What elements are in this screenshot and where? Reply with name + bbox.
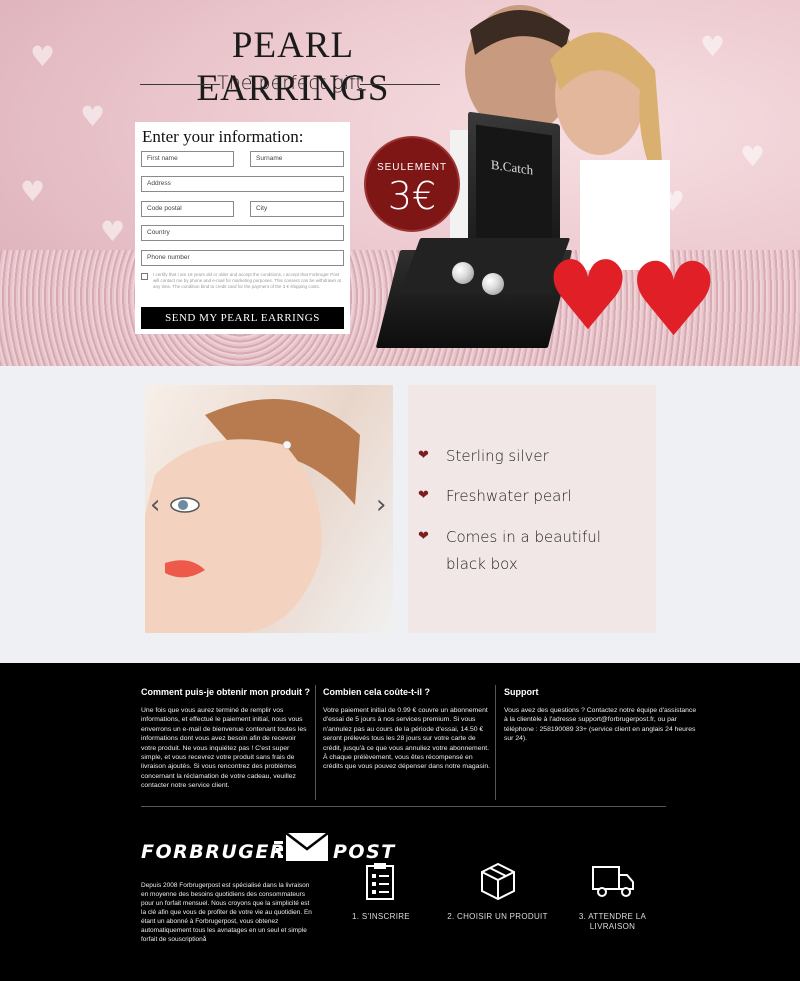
faq-column-support: Support Vous avez des questions ? Contac… (504, 687, 699, 744)
step-wait-delivery: 3. ATTENDRE LA LIVRAISON (570, 861, 655, 932)
gallery-prev-arrow[interactable]: ‹ (150, 490, 160, 520)
address-field[interactable]: Address (141, 176, 344, 192)
product-gallery: ‹ › (145, 385, 393, 633)
faq-column-how: Comment puis-je obtenir mon produit ? Un… (141, 687, 311, 791)
about-text: Depuis 2008 Forbrugerpost est spécialisé… (141, 882, 312, 943)
faq-heading: Support (504, 687, 539, 697)
first-name-field[interactable]: First name (141, 151, 234, 167)
faq-text: Votre paiement initial de 0.99 € couvre … (323, 707, 491, 771)
faq-heading: Comment puis-je obtenir mon produit ? (141, 687, 310, 697)
faq-text: Une fois que vous aurez terminé de rempl… (141, 707, 307, 790)
consent-text: I certify that I am 18 years old or olde… (153, 272, 342, 289)
divider (360, 84, 440, 85)
footer: Comment puis-je obtenir mon produit ? Un… (0, 663, 800, 981)
bokeh-heart-decoration: ♥ (100, 215, 126, 248)
pearl-earring-image (452, 262, 474, 284)
pearl-earring-image (482, 273, 504, 295)
bokeh-heart-decoration: ♥ (80, 100, 106, 133)
step-choose-product: 2. CHOISIR UN PRODUIT (445, 861, 550, 922)
red-heart-decoration: ♥ (545, 240, 632, 352)
step-label: 2. CHOISIR UN PRODUIT (447, 912, 548, 921)
feature-item: ❤ Comes in a beautiful (418, 524, 601, 550)
feature-label: Sterling silver (446, 447, 549, 465)
price-label: SEULEMENT (376, 162, 448, 173)
phone-field[interactable]: Phone number (141, 250, 344, 266)
hero-banner: ♥ ♥ ♥ ♥ ♥ ♥ ♥ PEARL EARRINGS The perfect… (0, 0, 800, 366)
clipboard-icon (366, 863, 394, 900)
delivery-truck-icon (591, 866, 634, 897)
divider (315, 685, 316, 800)
feature-item-continued: black box (446, 551, 518, 577)
page-subtitle: The perfect gift (217, 72, 363, 94)
step-signup: 1. S'INSCRIRE (345, 861, 417, 922)
form-title: Enter your information: (142, 127, 304, 146)
postcode-field[interactable]: Code postal (141, 201, 234, 217)
bokeh-heart-decoration: ♥ (20, 175, 46, 208)
gallery-next-arrow[interactable]: › (376, 490, 386, 520)
bokeh-heart-decoration: ♥ (740, 140, 766, 173)
red-heart-decoration: ♥ (628, 241, 720, 360)
subtitle-row: The perfect gift (140, 72, 440, 98)
divider (141, 806, 666, 807)
surname-field[interactable]: Surname (250, 151, 344, 167)
product-features: ❤ Sterling silver ❤ Freshwater pearl ❤ C… (408, 385, 656, 633)
city-field[interactable]: City (250, 201, 344, 217)
faq-text: Vous avez des questions ? Contactez notr… (504, 707, 697, 743)
jewelry-box-lining (476, 124, 552, 256)
submit-button[interactable]: SEND MY PEARL EARRINGS (141, 307, 344, 329)
feature-item: ❤ Sterling silver (418, 443, 549, 469)
feature-label: Freshwater pearl (446, 487, 572, 505)
divider (495, 685, 496, 800)
step-label: 3. ATTENDRE LA LIVRAISON (578, 912, 647, 931)
signup-form: Enter your information: First name Surna… (135, 122, 350, 334)
heart-bullet-icon: ❤ (418, 488, 429, 503)
feature-label: Comes in a beautiful (446, 528, 601, 546)
product-section: ‹ › ❤ Sterling silver ❤ Freshwater pearl… (0, 366, 800, 663)
bokeh-heart-decoration: ♥ (700, 30, 726, 63)
heart-bullet-icon: ❤ (418, 529, 429, 544)
faq-heading: Combien cela coûte-t-il ? (323, 687, 431, 697)
consent-checkbox[interactable] (141, 273, 148, 280)
feature-label: black box (446, 555, 518, 573)
heart-bullet-icon: ❤ (418, 448, 429, 463)
price-value: 3€ (387, 174, 437, 218)
logo-text-left: FORBRUGER (141, 841, 287, 863)
model-photo (145, 399, 360, 633)
box-icon (480, 862, 515, 901)
bokeh-heart-decoration: ♥ (30, 40, 56, 73)
price-badge: SEULEMENT 3€ (364, 136, 460, 232)
feature-item: ❤ Freshwater pearl (418, 483, 572, 509)
country-field[interactable]: Country (141, 225, 344, 241)
logo-text-right: POST (333, 841, 396, 863)
step-label: 1. S'INSCRIRE (352, 912, 410, 921)
envelope-icon (274, 832, 329, 861)
faq-column-cost: Combien cela coûte-t-il ? Votre paiement… (323, 687, 491, 772)
